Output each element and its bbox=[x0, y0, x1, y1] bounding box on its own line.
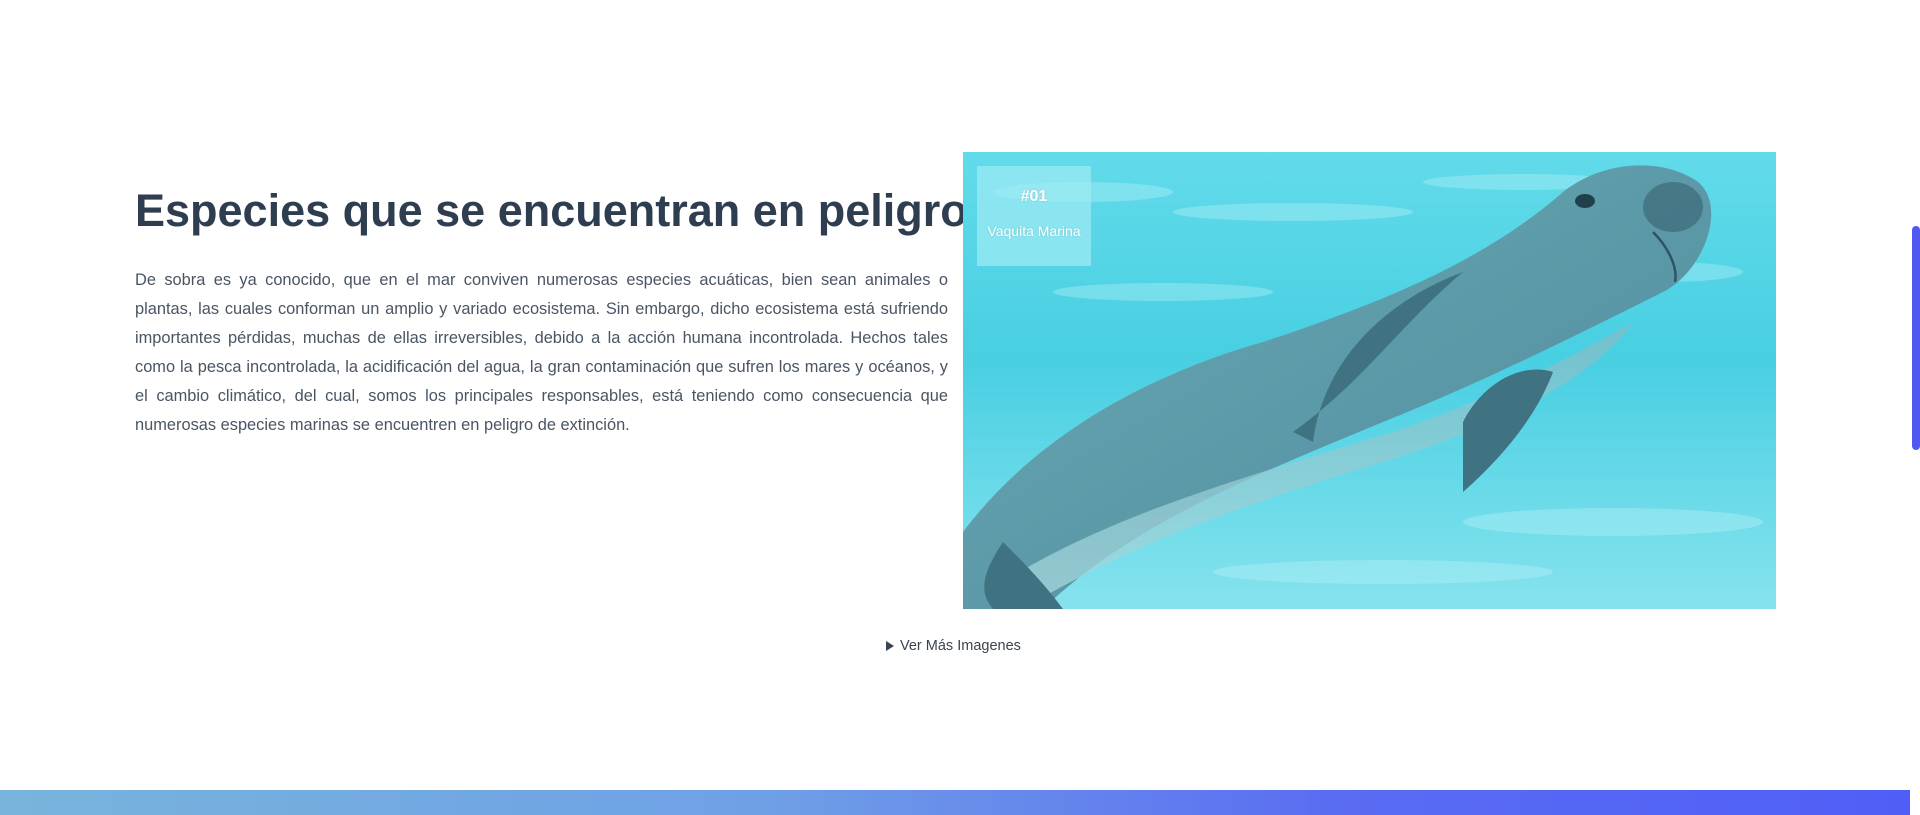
more-images-label: Ver Más Imagenes bbox=[900, 638, 1021, 654]
more-images-toggle[interactable]: Ver Más Imagenes bbox=[886, 638, 1021, 654]
species-photo[interactable]: #01 Vaquita Marina bbox=[963, 152, 1776, 609]
scrollbar-thumb[interactable] bbox=[1912, 226, 1920, 450]
badge-number: #01 bbox=[1020, 188, 1048, 205]
intro-section: Especies que se encuentran en peligro De… bbox=[135, 180, 968, 440]
scrollbar-track[interactable] bbox=[1910, 0, 1920, 815]
footer-gradient-band bbox=[0, 790, 1910, 815]
species-badge: #01 Vaquita Marina bbox=[977, 166, 1091, 266]
triangle-right-icon bbox=[886, 641, 894, 651]
section-title: Especies que se encuentran en peligro bbox=[135, 185, 968, 236]
badge-species-name: Vaquita Marina bbox=[987, 223, 1081, 239]
page: Especies que se encuentran en peligro De… bbox=[0, 0, 1920, 815]
section-paragraph: De sobra es ya conocido, que en el mar c… bbox=[135, 271, 948, 434]
